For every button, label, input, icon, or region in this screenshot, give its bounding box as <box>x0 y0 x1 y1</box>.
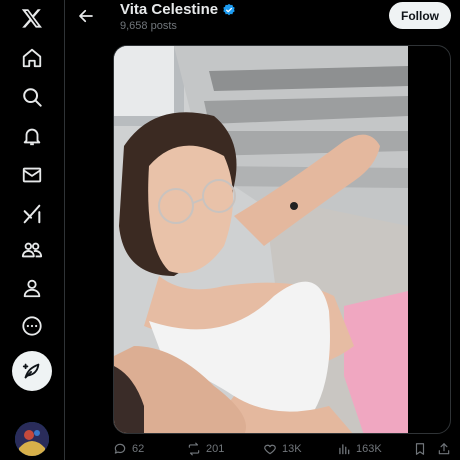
back-button[interactable] <box>72 2 100 30</box>
repost-icon <box>188 442 200 456</box>
account-avatar[interactable] <box>15 422 49 456</box>
like-button[interactable]: 13K <box>263 442 302 456</box>
verified-badge-icon <box>222 3 236 17</box>
post-actions-bar: 62 201 13K 163K <box>113 440 453 460</box>
more-circle-icon[interactable] <box>12 308 52 344</box>
repost-count: 201 <box>206 443 225 455</box>
reply-icon <box>114 443 126 454</box>
views-chart-icon <box>339 444 350 455</box>
heart-icon <box>264 444 276 455</box>
communities-icon[interactable] <box>12 232 52 268</box>
home-icon[interactable] <box>12 40 52 76</box>
messages-envelope-icon[interactable] <box>12 157 52 193</box>
posts-count: 9,658 posts <box>120 20 177 32</box>
repost-button[interactable]: 201 <box>187 442 224 456</box>
follow-button[interactable]: Follow <box>389 2 451 29</box>
rail-divider <box>64 0 65 460</box>
profile-header: Vita Celestine 9,658 posts <box>120 1 236 32</box>
x-logo-icon[interactable] <box>12 0 52 36</box>
back-arrow-icon <box>79 9 93 23</box>
reply-count: 62 <box>132 443 145 455</box>
profile-icon[interactable] <box>12 270 52 306</box>
post-photo[interactable] <box>114 46 408 433</box>
bookmark-icon <box>415 443 425 455</box>
compose-post-button[interactable] <box>12 351 52 391</box>
share-icon <box>438 443 450 455</box>
views-button[interactable]: 163K <box>337 442 382 456</box>
reply-button[interactable]: 62 <box>113 442 144 456</box>
views-count: 163K <box>356 443 382 455</box>
notifications-bell-icon[interactable] <box>12 118 52 154</box>
profile-name: Vita Celestine <box>120 1 219 18</box>
grok-icon[interactable] <box>12 196 52 232</box>
like-count: 13K <box>282 443 302 455</box>
left-nav-rail <box>0 0 64 460</box>
compose-feather-icon <box>22 363 40 379</box>
media-viewer[interactable] <box>113 45 451 434</box>
bookmark-button[interactable] <box>413 442 427 456</box>
search-icon[interactable] <box>12 79 52 115</box>
share-button[interactable] <box>437 442 451 456</box>
